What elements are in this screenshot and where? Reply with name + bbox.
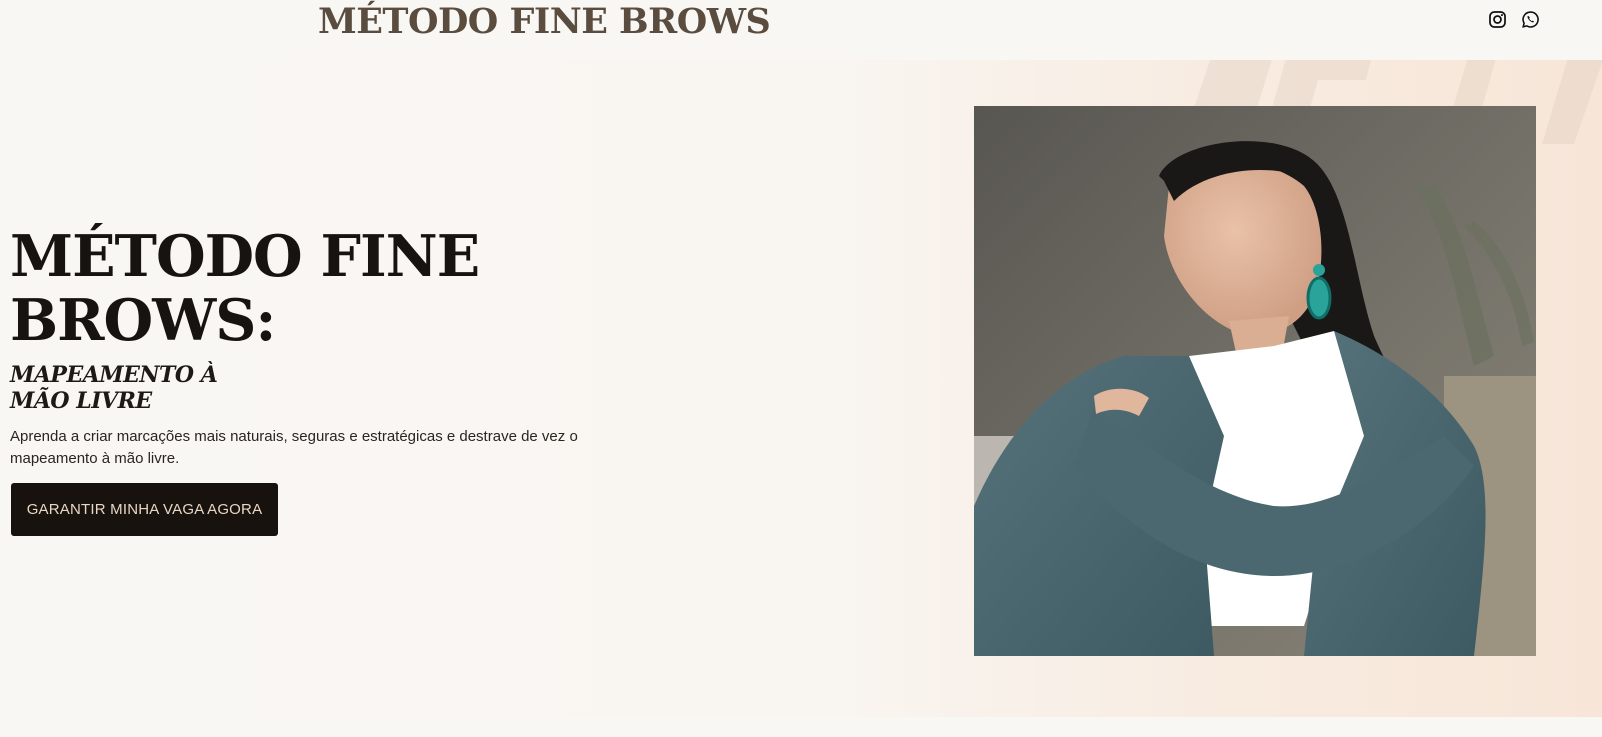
hero-portrait-image <box>974 106 1536 656</box>
hero-headline: MÉTODO FINE BROWS: <box>10 223 480 354</box>
social-links <box>1488 10 1540 29</box>
hero-description: Aprenda a criar marcações mais naturais,… <box>10 426 610 470</box>
hero-headline-line-2: BROWS: <box>10 287 276 354</box>
instagram-icon[interactable] <box>1488 10 1507 29</box>
hero-subheadline: MAPEAMENTO À MÃO LIVRE <box>10 362 218 414</box>
hero-headline-line-1: MÉTODO FINE <box>10 223 480 290</box>
top-navbar: MÉTODO FINE BROWS <box>0 0 1602 60</box>
brand-logo-text[interactable]: MÉTODO FINE BROWS <box>318 0 771 44</box>
whatsapp-icon[interactable] <box>1521 10 1540 29</box>
hero-description-line-2: mapeamento à mão livre. <box>10 450 180 467</box>
hero-subheadline-line-1: MAPEAMENTO À <box>10 362 218 388</box>
section-divider <box>0 717 1602 737</box>
hero-section: MÉTODO FINE BROWS: MAPEAMENTO À MÃO LIVR… <box>0 60 1602 717</box>
cta-button[interactable]: GARANTIR MINHA VAGA AGORA <box>11 483 278 536</box>
hero-description-line-1: Aprenda a criar marcações mais naturais,… <box>10 428 578 445</box>
hero-subheadline-line-2: MÃO LIVRE <box>10 388 152 414</box>
